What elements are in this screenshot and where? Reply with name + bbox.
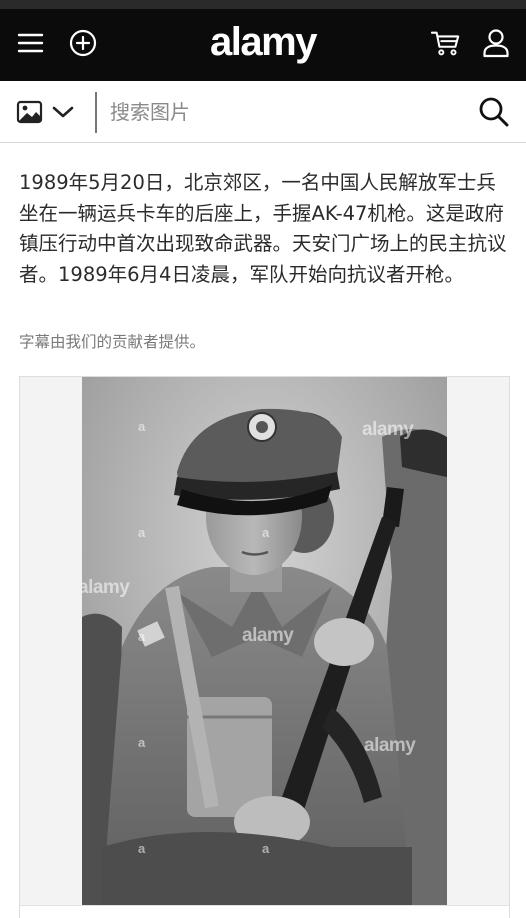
watermark: alamy (362, 419, 414, 440)
watermark: alamy (242, 625, 294, 646)
watermark: a (138, 735, 146, 750)
watermark: a (138, 629, 146, 644)
top-header: alamy (0, 0, 526, 81)
image-description: 1989年5月20日，北京郊区，一名中国人民解放军士兵坐在一辆运兵卡车的后座上，… (19, 171, 507, 286)
watermark: a (262, 525, 270, 540)
stock-photo[interactable]: alamy alamy alamy alamy a a a a a a a (82, 377, 447, 905)
watermark: a (138, 419, 146, 434)
image-icon (16, 100, 43, 124)
search-divider (95, 92, 97, 133)
search-icon[interactable] (478, 96, 510, 128)
search-input[interactable] (110, 95, 460, 129)
watermark: alamy (364, 735, 416, 756)
plus-circle-icon[interactable] (68, 28, 98, 58)
watermark: a (138, 525, 146, 540)
user-icon[interactable] (481, 28, 511, 58)
watermark: alamy (82, 577, 130, 598)
logo-link[interactable]: alamy (210, 20, 317, 64)
watermark: a (262, 841, 270, 856)
search-bar (0, 81, 526, 143)
menu-icon[interactable] (16, 28, 46, 58)
caption-credit: 字幕由我们的贡献者提供。 (19, 333, 206, 351)
cart-icon[interactable] (431, 28, 463, 58)
search-type-dropdown[interactable] (16, 97, 78, 127)
image-container: alamy alamy alamy alamy a a a a a a a (19, 376, 510, 918)
chevron-down-icon (52, 106, 74, 118)
watermark: a (138, 841, 146, 856)
image-footer (20, 905, 509, 918)
